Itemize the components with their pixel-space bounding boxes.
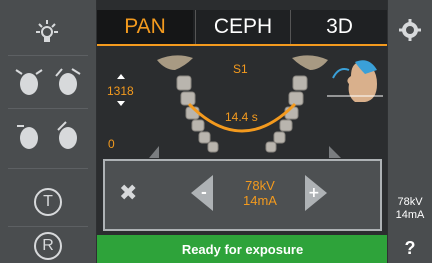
divider — [8, 55, 88, 56]
current-kv: 78kV — [397, 196, 423, 208]
tab-pan[interactable]: PAN — [97, 10, 193, 44]
minus-sign: - — [201, 185, 207, 201]
divider — [8, 108, 88, 109]
cancel-icon[interactable]: ✖ — [119, 181, 137, 206]
light-icon[interactable] — [32, 18, 62, 48]
left-panel: T R — [0, 0, 97, 263]
help-button[interactable]: ? — [388, 234, 432, 263]
tab-bar: PAN CEPH 3D — [97, 10, 388, 46]
mode-r-button[interactable]: R — [34, 232, 62, 260]
exposure-ma: 14mA — [243, 193, 277, 208]
lower-value: 0 — [108, 137, 115, 151]
tab-ceph[interactable]: CEPH — [195, 10, 291, 44]
height-value: 1318 — [107, 84, 134, 98]
duration-label: 14.4 s — [225, 110, 258, 124]
patient-head-icon — [327, 60, 383, 102]
settings-icon[interactable] — [396, 16, 424, 44]
head-rotate-right-icon[interactable] — [52, 118, 82, 152]
exposure-kv: 78kV — [245, 178, 275, 193]
mode-t-button[interactable]: T — [34, 188, 62, 216]
current-ma: 14mA — [395, 209, 425, 221]
head-tilt-right-icon[interactable] — [52, 64, 82, 98]
jaw-preview: S1 14.4 s 1318 0 — [97, 46, 388, 161]
height-up-icon[interactable] — [117, 74, 125, 79]
current-exposure: 78kV 14mA — [388, 196, 432, 222]
divider — [8, 168, 88, 169]
right-panel: 78kV 14mA ? — [387, 0, 432, 263]
ready-status: Ready for exposure — [97, 235, 388, 263]
program-name: S1 — [233, 62, 248, 76]
exposure-panel: ✖ - 78kV 14mA + — [103, 159, 382, 231]
center-panel: PAN CEPH 3D S1 14.4 s 1318 0 ✖ - 78kV 14… — [97, 0, 388, 263]
height-down-icon[interactable] — [117, 101, 125, 106]
divider — [8, 226, 88, 227]
head-rotate-left-icon[interactable] — [14, 118, 44, 152]
plus-sign: + — [308, 185, 320, 201]
tab-3d[interactable]: 3D — [291, 10, 388, 44]
head-tilt-left-icon[interactable] — [14, 64, 44, 98]
exposure-values: 78kV 14mA — [225, 178, 295, 208]
